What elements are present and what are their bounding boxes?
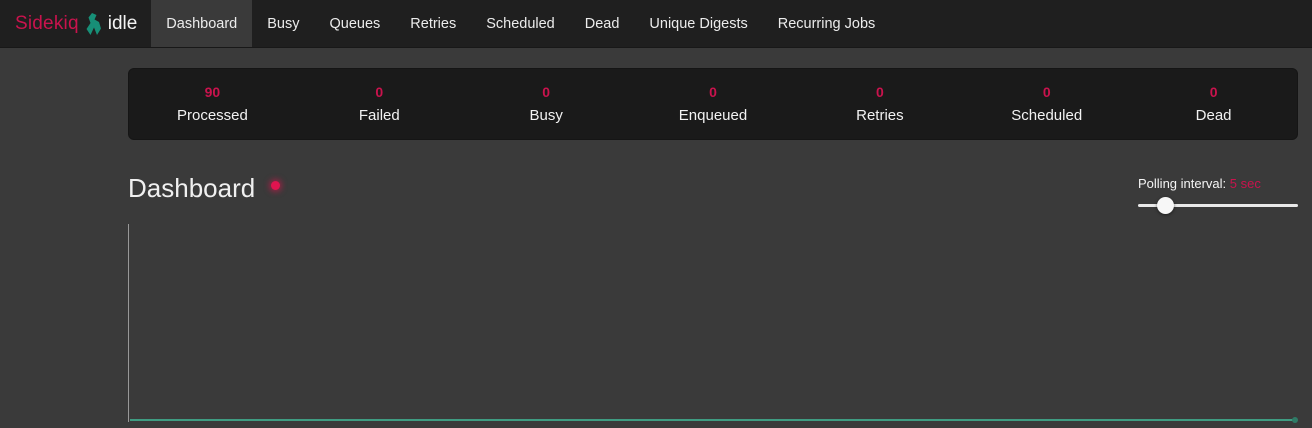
graph-endpoint-dot [1292,417,1298,423]
stat-enqueued[interactable]: 0 Enqueued [630,84,797,124]
nav-item-unique-digests[interactable]: Unique Digests [634,0,762,47]
stat-dead-value: 0 [1130,84,1297,100]
nav-item-queues[interactable]: Queues [314,0,395,47]
nav-item-dead[interactable]: Dead [570,0,635,47]
dashboard-header-row: Dashboard Polling interval: 5 sec [128,174,1298,222]
stat-busy-value: 0 [463,84,630,100]
polling-interval-label: Polling interval: [1138,176,1226,191]
nav-item-retries[interactable]: Retries [395,0,471,47]
stats-summary-bar: 90 Processed 0 Failed 0 Busy 0 Enqueued … [128,68,1298,140]
nav-item-dashboard[interactable]: Dashboard [151,0,252,47]
polling-interval-slider-thumb[interactable] [1157,197,1174,214]
stat-retries-label: Retries [796,107,963,124]
page-container: 90 Processed 0 Failed 0 Busy 0 Enqueued … [128,68,1298,422]
stat-scheduled-label: Scheduled [963,107,1130,124]
graph-flatline-series [130,419,1296,421]
stat-busy-label: Busy [463,107,630,124]
process-status-text: idle [108,13,138,35]
nav-item-scheduled[interactable]: Scheduled [471,0,570,47]
live-beacon-indicator [271,181,280,190]
stat-retries-value: 0 [796,84,963,100]
stat-scheduled-value: 0 [963,84,1130,100]
sidekiq-mascot-icon [86,13,101,35]
stat-processed[interactable]: 90 Processed [129,84,296,124]
stat-dead-label: Dead [1130,107,1297,124]
stat-enqueued-label: Enqueued [630,107,797,124]
stat-processed-value: 90 [129,84,296,100]
nav-menu: Dashboard Busy Queues Retries Scheduled … [151,0,890,47]
navbar: Sidekiq idle Dashboard Busy Queues Retri… [0,0,1312,48]
stat-enqueued-value: 0 [630,84,797,100]
page-title: Dashboard [128,174,280,203]
sidekiq-brand-link[interactable]: Sidekiq idle [0,0,151,47]
stat-failed-value: 0 [296,84,463,100]
stat-failed-label: Failed [296,107,463,124]
stat-busy[interactable]: 0 Busy [463,84,630,124]
sidekiq-logo-text: Sidekiq [15,13,79,35]
stat-retries[interactable]: 0 Retries [796,84,963,124]
stat-processed-label: Processed [129,107,296,124]
polling-interval-slider[interactable] [1138,204,1298,207]
stat-scheduled[interactable]: 0 Scheduled [963,84,1130,124]
nav-item-recurring-jobs[interactable]: Recurring Jobs [763,0,891,47]
page-title-text: Dashboard [128,174,255,203]
polling-interval-control: Polling interval: 5 sec [1138,174,1298,207]
realtime-graph [128,224,1298,422]
polling-interval-label-row: Polling interval: 5 sec [1138,176,1298,191]
nav-item-busy[interactable]: Busy [252,0,314,47]
stat-dead[interactable]: 0 Dead [1130,84,1297,124]
stat-failed[interactable]: 0 Failed [296,84,463,124]
polling-interval-value: 5 sec [1230,176,1261,191]
